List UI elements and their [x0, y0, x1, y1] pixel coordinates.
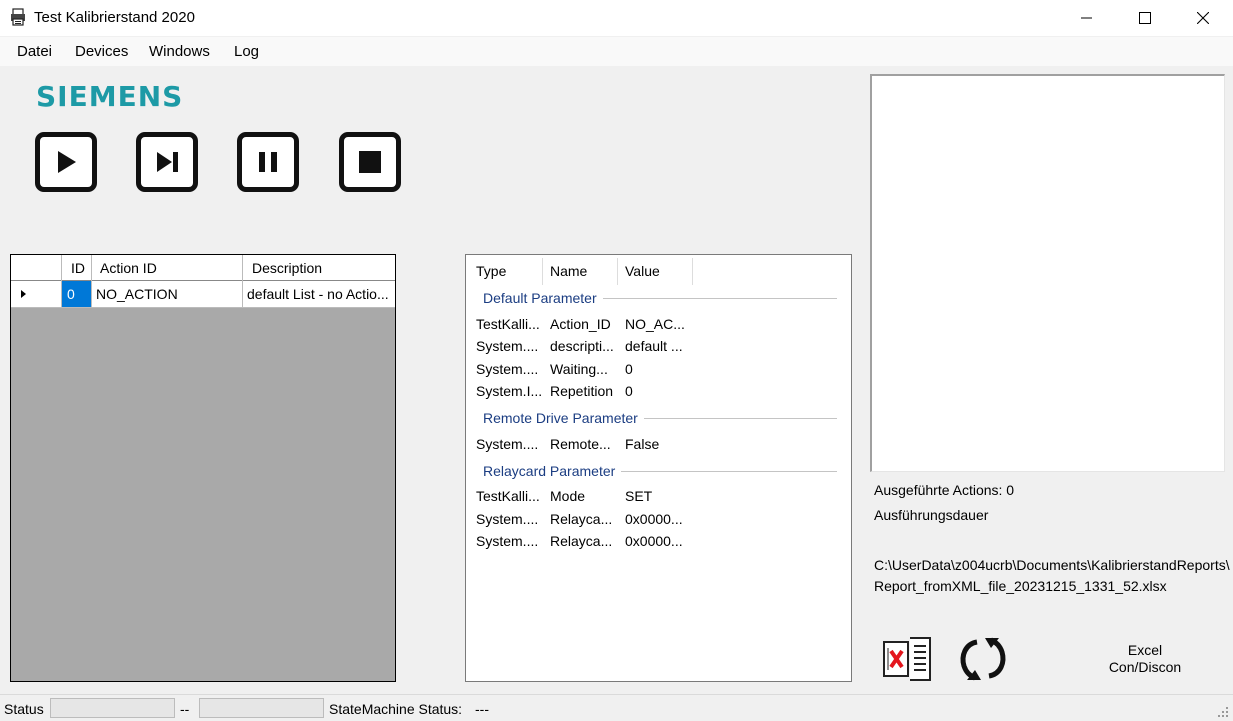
status-separator: --: [180, 701, 190, 717]
prop-type[interactable]: TestKalli...: [476, 488, 540, 504]
log-output-box[interactable]: [870, 74, 1225, 472]
excel-label-line2: Con/Discon: [1108, 659, 1182, 675]
prop-type[interactable]: System....: [476, 338, 538, 354]
close-button[interactable]: [1174, 0, 1232, 36]
prop-value[interactable]: 0: [625, 383, 633, 399]
prop-column-name[interactable]: Name: [550, 263, 587, 279]
category-label: Default Parameter: [483, 290, 597, 306]
prop-value[interactable]: NO_AC...: [625, 316, 685, 332]
prop-name[interactable]: Waiting...: [550, 361, 608, 377]
excel-connect-button[interactable]: Excel Con/Discon: [1095, 642, 1195, 676]
step-icon: [157, 152, 178, 172]
prop-name[interactable]: Remote...: [550, 436, 611, 452]
column-divider: [542, 258, 543, 285]
category-remote-drive-parameter[interactable]: Remote Drive Parameter: [483, 410, 837, 426]
prop-type[interactable]: System....: [476, 436, 538, 452]
duration-label: Ausführungsdauer: [874, 507, 989, 523]
category-label: Remote Drive Parameter: [483, 410, 638, 426]
prop-column-type[interactable]: Type: [476, 263, 506, 279]
column-header-action-id[interactable]: Action ID: [92, 255, 243, 281]
table-row[interactable]: 0 NO_ACTION default List - no Actio...: [11, 281, 395, 308]
prop-value[interactable]: 0: [625, 361, 633, 377]
prop-type[interactable]: System....: [476, 533, 538, 549]
excel-label-line1: Excel: [1127, 642, 1163, 658]
prop-name[interactable]: Mode: [550, 488, 585, 504]
menu-datei[interactable]: Datei: [17, 43, 52, 60]
prop-type[interactable]: TestKalli...: [476, 316, 540, 332]
prop-name[interactable]: Relayca...: [550, 533, 612, 549]
row-pointer-icon: [21, 290, 26, 298]
prop-name[interactable]: descripti...: [550, 338, 614, 354]
category-relaycard-parameter[interactable]: Relaycard Parameter: [483, 463, 837, 479]
prop-value[interactable]: False: [625, 436, 659, 452]
menu-devices[interactable]: Devices: [75, 43, 128, 60]
resize-grip-icon[interactable]: [1217, 706, 1229, 718]
menu-windows[interactable]: Windows: [149, 43, 210, 60]
column-header-description[interactable]: Description: [243, 255, 395, 281]
excel-disconnected-icon[interactable]: [880, 636, 934, 682]
menu-log[interactable]: Log: [234, 43, 259, 60]
category-divider: [643, 417, 837, 419]
prop-type[interactable]: System....: [476, 361, 538, 377]
column-divider: [692, 258, 693, 285]
property-grid[interactable]: Type Name Value Default Parameter TestKa…: [465, 254, 852, 682]
prop-name[interactable]: Action_ID: [550, 316, 611, 332]
prop-value[interactable]: SET: [625, 488, 652, 504]
category-label: Relaycard Parameter: [483, 463, 616, 479]
pause-button[interactable]: [237, 132, 299, 192]
status-bar: Status -- StateMachine Status: ---: [0, 694, 1233, 721]
statemachine-label: StateMachine Status:: [329, 701, 463, 717]
menu-bar: Datei Devices Windows Log: [0, 37, 1233, 66]
action-grid[interactable]: ID Action ID Description 0 NO_ACTION def…: [10, 254, 396, 682]
report-path-line2: Report_fromXML_file_20231215_1331_52.xls…: [874, 578, 1167, 594]
prop-value[interactable]: 0x0000...: [625, 533, 683, 549]
row-header-corner: [11, 255, 62, 281]
row-header[interactable]: [11, 281, 62, 307]
play-button[interactable]: [35, 132, 97, 192]
grid-header: ID Action ID Description: [11, 255, 395, 281]
stop-button[interactable]: [339, 132, 401, 192]
status-progress-bar: [50, 698, 175, 718]
cell-id[interactable]: 0: [62, 281, 92, 307]
column-header-id[interactable]: ID: [62, 255, 92, 281]
status-progress-bar-2: [199, 698, 324, 718]
pause-icon: [259, 152, 277, 172]
category-divider: [621, 470, 837, 472]
minimize-icon: [1081, 17, 1092, 19]
close-icon: [1197, 12, 1209, 24]
prop-column-value[interactable]: Value: [625, 263, 660, 279]
title-bar: Test Kalibrierstand 2020: [0, 0, 1233, 36]
category-divider: [602, 297, 837, 299]
printer-icon: [11, 8, 25, 26]
prop-type[interactable]: System....: [476, 511, 538, 527]
stop-icon: [359, 151, 381, 173]
maximize-icon: [1139, 12, 1151, 24]
prop-type[interactable]: System.I...: [476, 383, 542, 399]
statemachine-value: ---: [475, 701, 489, 717]
cell-action-id[interactable]: NO_ACTION: [92, 281, 243, 307]
prop-value[interactable]: 0x0000...: [625, 511, 683, 527]
siemens-logo: SIEMENS: [36, 80, 184, 113]
minimize-button[interactable]: [1058, 0, 1116, 36]
maximize-button[interactable]: [1116, 0, 1174, 36]
status-label: Status: [4, 701, 44, 717]
window-title: Test Kalibrierstand 2020: [34, 9, 195, 26]
play-icon: [58, 151, 76, 173]
category-default-parameter[interactable]: Default Parameter: [483, 290, 837, 306]
refresh-icon[interactable]: [955, 636, 1011, 682]
actions-executed-label: Ausgeführte Actions: 0: [874, 482, 1015, 498]
prop-value[interactable]: default ...: [625, 338, 683, 354]
cell-description[interactable]: default List - no Actio...: [243, 281, 395, 307]
prop-name[interactable]: Repetition: [550, 383, 613, 399]
column-divider: [617, 258, 618, 285]
prop-name[interactable]: Relayca...: [550, 511, 612, 527]
report-path-line1: C:\UserData\z004ucrb\Documents\Kalibrier…: [874, 557, 1230, 573]
step-button[interactable]: [136, 132, 198, 192]
